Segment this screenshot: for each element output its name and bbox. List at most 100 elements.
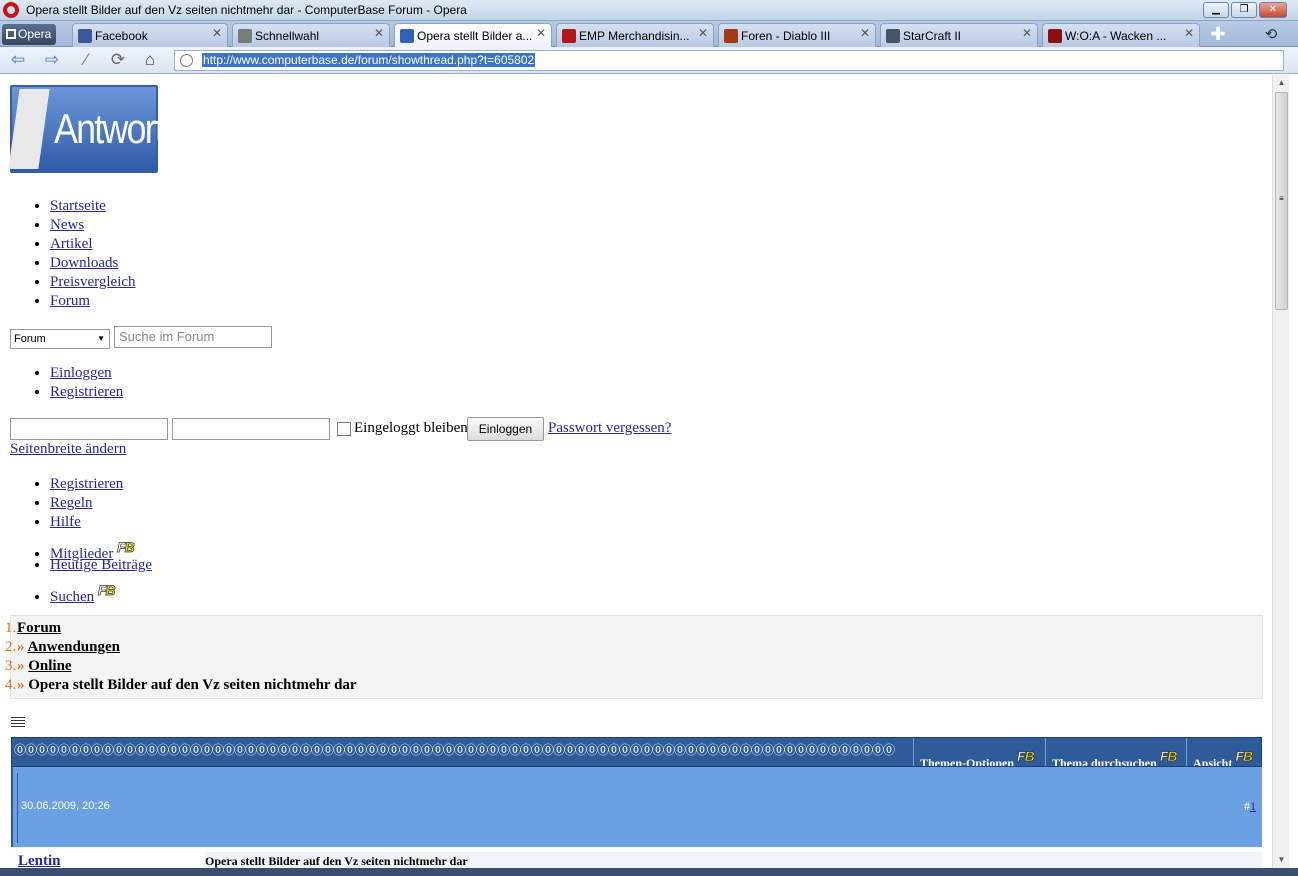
login-button[interactable]: Einloggen bbox=[467, 417, 544, 441]
close-window-button[interactable]: ✕ bbox=[1259, 2, 1287, 18]
secondary-list-link-4[interactable]: Heutige Beiträge bbox=[50, 557, 152, 573]
address-field[interactable]: http://www.computerbase.de/forum/showthr… bbox=[174, 50, 1284, 71]
tab-2[interactable]: Opera stellt Bilder a... ✕ bbox=[394, 23, 552, 48]
thread-search-button[interactable]: Thema durchsuchen FB bbox=[1045, 738, 1186, 766]
list-item: Registrieren bbox=[50, 475, 152, 494]
password-field[interactable] bbox=[172, 418, 330, 440]
speed-dial-icon bbox=[238, 29, 252, 43]
tab-label: Facebook bbox=[95, 29, 148, 43]
minimize-button[interactable]: ▁ bbox=[1203, 2, 1229, 18]
tab-label: EMP Merchandisin... bbox=[579, 29, 690, 43]
list-item: News bbox=[50, 216, 136, 235]
opera-logo-icon bbox=[3, 2, 19, 18]
wacken-icon bbox=[1048, 29, 1062, 43]
list-item: Preisvergleich bbox=[50, 273, 136, 292]
list-view-icon[interactable] bbox=[11, 715, 25, 729]
closed-tabs-icon[interactable]: ⟲ bbox=[1260, 25, 1282, 45]
globe-icon bbox=[180, 54, 193, 67]
close-tab-icon[interactable]: ✕ bbox=[536, 26, 546, 40]
tab-label: Schnellwahl bbox=[255, 29, 320, 43]
remember-checkbox[interactable] bbox=[337, 422, 351, 436]
fb-badge-icon: FB bbox=[1017, 748, 1035, 765]
search-scope-select[interactable]: Forum ▼ bbox=[10, 329, 110, 349]
view-button[interactable]: Ansicht FB bbox=[1186, 738, 1261, 767]
account-list-link-1[interactable]: Registrieren bbox=[50, 384, 123, 400]
secondary-list-link-1[interactable]: Regeln bbox=[50, 495, 93, 511]
scroll-down-icon[interactable]: ▼ bbox=[1273, 852, 1290, 868]
forgot-password-link[interactable]: Passwort vergessen? bbox=[548, 420, 671, 437]
breadcrumb-item: 4.» Opera stellt Bilder auf den Vz seite… bbox=[5, 676, 357, 695]
close-tab-icon[interactable]: ✕ bbox=[698, 26, 708, 40]
reload-button[interactable]: ⟳ bbox=[106, 50, 130, 70]
back-arrow-icon: ⇦ bbox=[10, 50, 26, 69]
scroll-thumb[interactable]: ≡ bbox=[1275, 92, 1288, 310]
list-item: Registrieren bbox=[50, 383, 123, 402]
nav-list-link-3[interactable]: Downloads bbox=[50, 255, 118, 271]
tab-3[interactable]: EMP Merchandisin... ✕ bbox=[556, 23, 714, 47]
search-scope-value: Forum bbox=[14, 333, 46, 345]
list-item: Hilfe bbox=[50, 513, 152, 532]
tab-6[interactable]: W:O:A - Wacken ... ✕ bbox=[1042, 23, 1200, 47]
opera-menu-label: Opera bbox=[18, 27, 52, 41]
tab-5[interactable]: StarCraft II ✕ bbox=[880, 23, 1038, 47]
close-tab-icon[interactable]: ✕ bbox=[860, 26, 870, 40]
grip-icon: ≡ bbox=[1279, 194, 1284, 203]
maximize-button[interactable]: ❐ bbox=[1231, 2, 1257, 18]
toolbar-pattern: ⓪⓪⓪⓪⓪⓪⓪⓪⓪⓪⓪⓪⓪⓪⓪⓪⓪⓪⓪⓪⓪⓪⓪⓪⓪⓪⓪⓪⓪⓪⓪⓪⓪⓪⓪⓪⓪⓪⓪⓪… bbox=[14, 743, 895, 757]
scroll-up-icon[interactable]: ▲ bbox=[1273, 75, 1290, 91]
home-button[interactable]: ⌂ bbox=[138, 50, 162, 70]
new-tab-button[interactable]: ✚ bbox=[1206, 24, 1230, 44]
breadcrumb-number: 1. bbox=[5, 620, 17, 636]
page-width-link[interactable]: Seitenbreite ändern bbox=[10, 441, 126, 458]
account-list-link-0[interactable]: Einloggen bbox=[50, 365, 112, 381]
facebook-icon bbox=[78, 29, 92, 43]
edit-button[interactable]: ⁄ bbox=[74, 50, 98, 70]
secondary-list-link-5[interactable]: Suchen bbox=[50, 589, 94, 605]
list-item: Forum bbox=[50, 292, 136, 311]
close-tab-icon[interactable]: ✕ bbox=[212, 26, 222, 40]
post-number[interactable]: #1 bbox=[1244, 799, 1256, 814]
nav-list-link-1[interactable]: News bbox=[50, 217, 84, 233]
account-nav: Einloggen Registrieren bbox=[50, 364, 123, 402]
forward-button[interactable]: ⇨ bbox=[40, 50, 64, 70]
secondary-list-link-0[interactable]: Registrieren bbox=[50, 476, 123, 492]
home-icon: ⌂ bbox=[144, 50, 156, 69]
window-titlebar: Opera stellt Bilder auf den Vz seiten ni… bbox=[0, 0, 1298, 21]
back-button[interactable]: ⇦ bbox=[6, 50, 30, 70]
main-nav: Startseite News Artikel Downloads Preisvergl… bbox=[50, 197, 136, 311]
breadcrumb-current: Opera stellt Bilder auf den Vz seiten ni… bbox=[28, 677, 357, 693]
close-tab-icon[interactable]: ✕ bbox=[1184, 26, 1194, 40]
breadcrumb-item: 2.» Anwendungen bbox=[5, 638, 120, 657]
navigation-bar: ⇦ ⇨ ⁄ ⟳ ⌂ http://www.computerbase.de/for… bbox=[0, 47, 1298, 74]
breadcrumb-link[interactable]: Anwendungen bbox=[27, 639, 120, 655]
list-item: Regeln bbox=[50, 494, 152, 513]
nav-list-link-5[interactable]: Forum bbox=[50, 293, 90, 309]
view-label: Ansicht bbox=[1193, 756, 1233, 767]
close-tab-icon[interactable]: ✕ bbox=[1022, 26, 1032, 40]
tab-1[interactable]: Schnellwahl ✕ bbox=[232, 23, 390, 47]
nav-list-link-4[interactable]: Preisvergleich bbox=[50, 274, 136, 290]
nav-list-link-2[interactable]: Artikel bbox=[50, 236, 93, 252]
remember-label: Eingeloggt bleiben bbox=[354, 420, 468, 436]
breadcrumb: 1. Forum 2.» Anwendungen 3.» Online 4.» Oper… bbox=[5, 615, 1263, 699]
post-row: Lentin Opera stellt Bilder auf den Vz se… bbox=[11, 847, 1262, 868]
tab-4[interactable]: Foren - Diablo III ✕ bbox=[718, 23, 876, 47]
window-title: Opera stellt Bilder auf den Vz seiten ni… bbox=[26, 3, 467, 17]
nav-list-link-0[interactable]: Startseite bbox=[50, 198, 106, 214]
close-tab-icon[interactable]: ✕ bbox=[374, 26, 384, 40]
site-logo[interactable]: Antwort bbox=[8, 85, 165, 173]
breadcrumb-link[interactable]: Online bbox=[28, 658, 71, 674]
username-field[interactable] bbox=[10, 418, 168, 440]
post-author-link[interactable]: Lentin bbox=[18, 853, 61, 868]
forum-search-input[interactable]: Suche im Forum bbox=[114, 326, 272, 348]
thread-toolbar: ⓪⓪⓪⓪⓪⓪⓪⓪⓪⓪⓪⓪⓪⓪⓪⓪⓪⓪⓪⓪⓪⓪⓪⓪⓪⓪⓪⓪⓪⓪⓪⓪⓪⓪⓪⓪⓪⓪⓪⓪… bbox=[11, 737, 1262, 767]
breadcrumb-link[interactable]: Forum bbox=[17, 620, 61, 636]
thread-options-button[interactable]: Themen-Optionen FB bbox=[913, 738, 1045, 767]
post-number-link[interactable]: 1 bbox=[1250, 799, 1256, 813]
secondary-list-link-2[interactable]: Hilfe bbox=[50, 514, 81, 530]
thread-options-label: Themen-Optionen bbox=[920, 756, 1015, 767]
vertical-scrollbar[interactable]: ▲ ≡ ▼ bbox=[1272, 75, 1289, 868]
opera-menu-button[interactable]: Opera bbox=[2, 24, 56, 45]
breadcrumb-item: 1. Forum bbox=[5, 619, 61, 638]
tab-0[interactable]: Facebook ✕ bbox=[72, 23, 228, 47]
